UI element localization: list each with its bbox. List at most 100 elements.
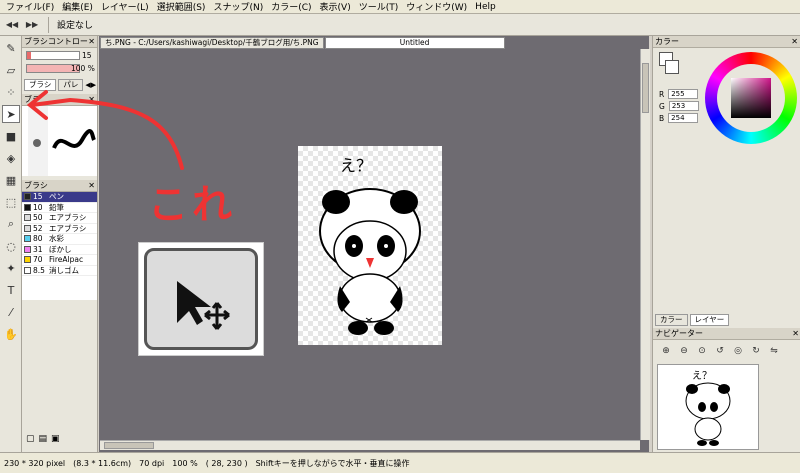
menu-item[interactable]: 選択範囲(S) [153,0,210,13]
select-rect-tool-icon[interactable]: ⬚ [2,193,20,211]
size-slider[interactable] [26,51,80,60]
zoom-out-icon[interactable]: ⊖ [677,344,691,358]
status-hint: Shiftキーを押しながらで水平・垂直に操作 [255,458,410,468]
menu-item[interactable]: ファイル(F) [2,0,58,13]
eraser-tool-icon[interactable]: ▱ [2,61,20,79]
magic-wand-tool-icon[interactable]: ✦ [2,259,20,277]
color-square[interactable] [731,78,771,118]
pen-tool-icon[interactable]: ✎ [2,39,20,57]
menu-item[interactable]: カラー(C) [267,0,315,13]
brush-name: 鉛筆 [49,202,64,212]
annotation-arrow [26,90,184,170]
green-label: G [659,101,665,111]
next-icon[interactable]: ▶▶ [24,17,40,33]
duplicate-brush-icon[interactable]: ▣ [51,434,60,444]
close-icon[interactable]: ✕ [88,36,95,47]
rotate-reset-icon[interactable]: ◎ [731,344,745,358]
document-canvas[interactable]: え？ [298,146,442,345]
green-field[interactable]: 253 [668,101,699,111]
new-brush-icon[interactable]: ▢ [26,434,35,444]
zoomed-move-tool [138,242,264,356]
menu-item[interactable]: ツール(T) [355,0,403,13]
menu-item[interactable]: Help [471,2,500,12]
brush-color-swatch [24,245,31,253]
menu-item[interactable]: 表示(V) [316,0,355,13]
settings-label[interactable]: 設定なし [57,18,93,31]
rotate-left-icon[interactable]: ↺ [713,344,727,358]
hand-tool-icon[interactable]: ✋ [2,325,20,343]
tab-untitled[interactable]: Untitled [324,37,505,49]
brush-name: エアブラシ [49,213,87,223]
preview-panda-icon [685,382,731,446]
vertical-scroll-thumb[interactable] [642,63,649,113]
blue-field[interactable]: 254 [668,113,699,123]
menu-item[interactable]: スナップ(N) [209,0,267,13]
status-dpi: 70 dpi [139,458,165,468]
brush-color-swatch [24,235,31,243]
zoomed-move-button [144,248,258,350]
brush-list-title-label: ブラシ [24,181,48,190]
brush-size: 10 [33,202,43,212]
brush-list-item[interactable]: 31 ぼかし [22,244,97,255]
color-panel-title-label: カラー [655,37,679,46]
edit-brush-icon[interactable]: ▤ [39,434,48,444]
gradient-tool-icon[interactable]: ▦ [2,171,20,189]
document-tabs: ち.PNG - C:/Users/kashiwagi/Desktop/千鶴ブログ… [100,37,640,49]
eyedropper-tool-icon[interactable]: ⁄ [2,303,20,321]
brush-size: 80 [33,234,43,244]
brush-control-title-label: ブラシコントロー [24,37,88,46]
navigator-preview[interactable]: え？ [657,364,759,450]
brush-name: ペン [49,192,64,202]
brush-list-item[interactable]: 8.5 消しゴム [22,265,97,276]
move-tool-icon[interactable]: ➤ [2,105,20,123]
zoom-fit-icon[interactable]: ⊙ [695,344,709,358]
brush-size: 52 [33,223,43,233]
brush-color-swatch [24,224,31,232]
fill-rect-tool-icon[interactable]: ■ [2,127,20,145]
bucket-tool-icon[interactable]: ◈ [2,149,20,167]
lasso-tool-icon[interactable]: ◌ [2,237,20,255]
brush-color-swatch [24,214,31,222]
red-row: R 255 [655,88,699,100]
horizontal-scroll-thumb[interactable] [104,442,154,449]
close-icon[interactable]: ✕ [792,328,799,339]
zoom-in-icon[interactable]: ⊕ [659,344,673,358]
brush-name: 水彩 [49,234,64,244]
brush-color-swatch [24,203,31,211]
opacity-value: 100 % [71,64,95,73]
color-wheel[interactable] [705,52,797,144]
brush-sliders: 15 100 % [22,48,97,78]
color-panel-title: カラー ✕ [653,36,800,48]
red-field[interactable]: 255 [668,89,699,99]
status-bar: 230 * 320 pixel (8.3 * 11.6cm) 70 dpi 10… [0,452,800,473]
previous-icon[interactable]: ◀◀ [4,17,20,33]
menu-item[interactable]: ウィンドウ(W) [402,0,471,13]
blue-row: B 254 [655,112,699,124]
flip-icon[interactable]: ⇋ [767,344,781,358]
tab-layer[interactable]: レイヤー [689,314,730,326]
close-icon[interactable]: ✕ [88,180,95,191]
background-swatch[interactable] [665,60,679,74]
menu-item[interactable]: レイヤー(L) [97,0,153,13]
menu-bar: ファイル(F) 編集(E) レイヤー(L) 選択範囲(S) スナップ(N) カラー(C) 表… [0,0,800,14]
vertical-scrollbar[interactable] [640,49,650,440]
toolbar-divider [48,16,49,33]
horizontal-scrollbar[interactable] [100,440,640,450]
close-icon[interactable]: ✕ [791,36,798,47]
status-zoom: 100 % [172,458,198,468]
rotate-right-icon[interactable]: ↻ [749,344,763,358]
brush-list-title: ブラシ ✕ [22,180,97,192]
panel-tabs: カラー レイヤー [655,314,730,326]
brush-name: ぼかし [49,244,72,254]
zoom-tool-icon[interactable]: ⌕ [2,215,20,233]
brush-name: FireAlpac [49,255,84,265]
dots-tool-icon[interactable]: ⁘ [2,83,20,101]
tab-color[interactable]: カラー [655,314,688,326]
text-tool-icon[interactable]: T [2,281,20,299]
menu-item[interactable]: 編集(E) [58,0,97,13]
size-slider-fill [27,52,31,59]
panel-footer-buttons: ▢ ▤ ▣ [26,434,60,444]
tab-file[interactable]: ち.PNG - C:/Users/kashiwagi/Desktop/千鶴ブログ… [100,37,324,49]
right-panel: カラー ✕ R 255 G 253 B 254 カラー レイヤー ナビゲーター ✕ ⊕… [652,36,800,452]
panda-illustration [319,188,421,335]
